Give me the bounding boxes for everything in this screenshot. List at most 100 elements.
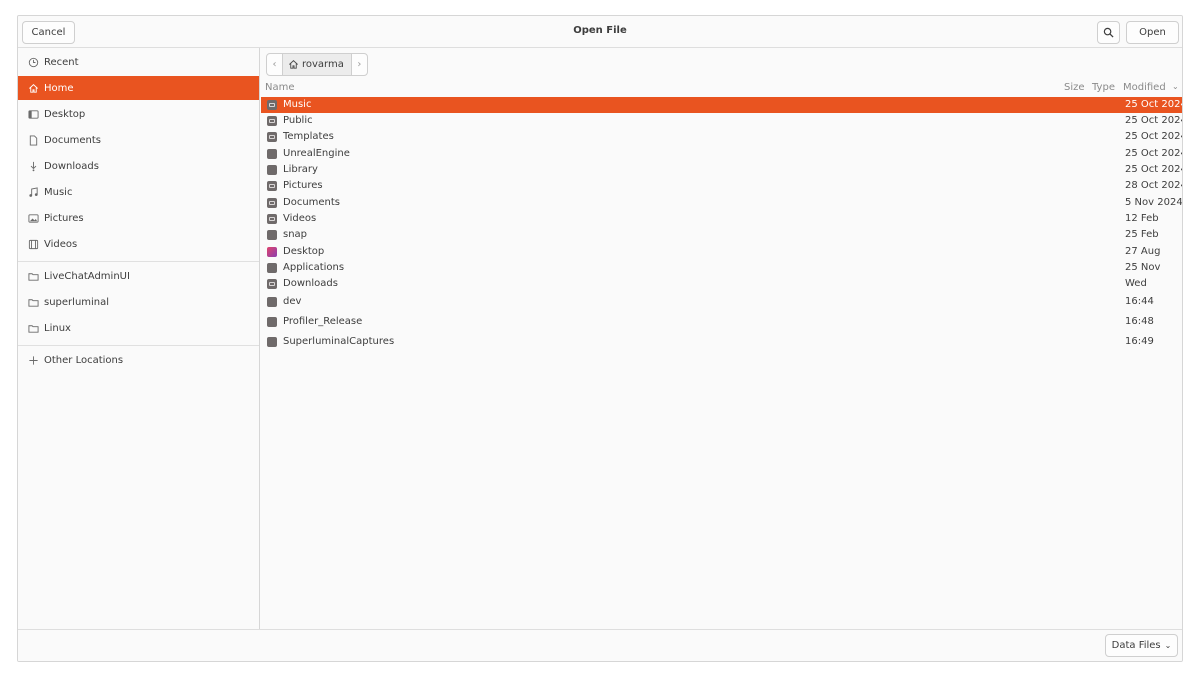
file-row[interactable]: Applications 25 Nov bbox=[261, 260, 1182, 276]
file-row[interactable]: Documents 5 Nov 2024 bbox=[261, 195, 1183, 211]
sidebar-item-other-locations[interactable]: Other Locations bbox=[18, 348, 259, 372]
chevron-down-icon: ⌄ bbox=[1164, 641, 1172, 650]
chevron-left-icon: ‹ bbox=[272, 59, 277, 70]
file-name: Desktop bbox=[283, 246, 325, 257]
file-name: Profiler_Release bbox=[283, 316, 363, 327]
folder-icon bbox=[28, 271, 39, 282]
column-header-name[interactable]: Name bbox=[265, 82, 295, 93]
public-folder-icon bbox=[267, 116, 277, 126]
file-row[interactable]: Desktop 27 Aug bbox=[261, 244, 1182, 260]
file-row[interactable]: Library 25 Oct 2024 bbox=[261, 162, 1183, 178]
sidebar-item-label: Downloads bbox=[44, 160, 99, 172]
sidebar-item-label: Recent bbox=[44, 56, 79, 68]
file-row[interactable]: Pictures 28 Oct 2024 bbox=[261, 178, 1183, 194]
sidebar-item-desktop[interactable]: Desktop bbox=[18, 102, 259, 126]
sort-descending-icon: ⌄ bbox=[1172, 82, 1179, 91]
document-icon bbox=[28, 134, 39, 146]
file-name: Pictures bbox=[283, 180, 323, 191]
file-row[interactable]: Profiler_Release 16:48 bbox=[261, 314, 1182, 330]
file-row[interactable]: Videos 12 Feb bbox=[261, 211, 1182, 227]
file-modified: Wed bbox=[1125, 278, 1147, 289]
folder-icon bbox=[267, 337, 277, 347]
file-row[interactable]: UnrealEngine 25 Oct 2024 bbox=[261, 146, 1183, 162]
sidebar-item-label: superluminal bbox=[44, 296, 110, 308]
sidebar-item-livechatadminui[interactable]: LiveChatAdminUI bbox=[18, 264, 259, 288]
column-header-size[interactable]: Size bbox=[1064, 82, 1085, 93]
file-row[interactable]: Music 25 Oct 2024 bbox=[261, 97, 1183, 113]
download-icon bbox=[28, 161, 39, 172]
column-header-modified[interactable]: Modified bbox=[1123, 82, 1166, 93]
sidebar-item-label: Pictures bbox=[44, 212, 84, 224]
downloads-folder-icon bbox=[267, 279, 277, 289]
header-bar: Cancel Open File Open bbox=[18, 16, 1182, 48]
file-modified: 25 Feb bbox=[1125, 229, 1159, 240]
file-name: Templates bbox=[283, 131, 334, 142]
chevron-right-icon: › bbox=[357, 59, 362, 70]
path-forward-button[interactable]: › bbox=[350, 53, 368, 76]
column-header-type[interactable]: Type bbox=[1092, 82, 1115, 93]
sidebar-separator bbox=[18, 345, 259, 346]
path-back-button[interactable]: ‹ bbox=[266, 53, 283, 76]
file-row[interactable]: Public 25 Oct 2024 bbox=[261, 113, 1182, 129]
templates-folder-icon bbox=[267, 132, 277, 142]
file-modified: 16:44 bbox=[1125, 296, 1154, 307]
file-list-pane: ‹ rovarma › Name Size Type Modified ⌄ Mu… bbox=[261, 48, 1182, 629]
folder-icon bbox=[267, 317, 277, 327]
file-modified: 25 Oct 2024 bbox=[1125, 148, 1183, 159]
sidebar: Recent Home Desktop Documents Downloads … bbox=[18, 48, 260, 661]
sidebar-item-label: Music bbox=[44, 186, 73, 198]
sidebar-item-label: Home bbox=[44, 82, 74, 94]
sidebar-item-videos[interactable]: Videos bbox=[18, 232, 259, 256]
folder-icon bbox=[267, 149, 277, 159]
pictures-folder-icon bbox=[267, 181, 277, 191]
sidebar-item-home[interactable]: Home bbox=[18, 76, 259, 100]
search-button[interactable] bbox=[1097, 21, 1120, 44]
file-row[interactable]: Templates 25 Oct 2024 bbox=[261, 129, 1182, 145]
sidebar-separator bbox=[18, 261, 259, 262]
file-modified: 12 Feb bbox=[1125, 213, 1159, 224]
dialog-title: Open File bbox=[573, 25, 627, 36]
music-icon bbox=[28, 186, 39, 198]
sidebar-item-downloads[interactable]: Downloads bbox=[18, 154, 259, 178]
file-modified: 25 Oct 2024 bbox=[1125, 164, 1183, 175]
file-modified: 25 Oct 2024 bbox=[1125, 99, 1183, 110]
sidebar-item-music[interactable]: Music bbox=[18, 180, 259, 204]
sidebar-item-superluminal[interactable]: superluminal bbox=[18, 290, 259, 314]
sidebar-item-pictures[interactable]: Pictures bbox=[18, 206, 259, 230]
file-modified: 25 Nov bbox=[1125, 262, 1161, 273]
file-name: UnrealEngine bbox=[283, 148, 350, 159]
desktop-folder-icon bbox=[267, 247, 277, 257]
file-modified: 5 Nov 2024 bbox=[1125, 197, 1183, 208]
file-name: Music bbox=[283, 99, 312, 110]
desktop-icon bbox=[28, 109, 39, 120]
sidebar-item-documents[interactable]: Documents bbox=[18, 128, 259, 152]
path-crumb-home[interactable]: rovarma bbox=[283, 53, 351, 76]
documents-folder-icon bbox=[267, 198, 277, 208]
open-button[interactable]: Open bbox=[1126, 21, 1179, 44]
sidebar-item-label: LiveChatAdminUI bbox=[44, 270, 130, 282]
file-modified: 28 Oct 2024 bbox=[1125, 180, 1183, 191]
file-row[interactable]: SuperluminalCaptures 16:49 bbox=[261, 334, 1182, 350]
sidebar-item-label: Documents bbox=[44, 134, 102, 146]
home-icon bbox=[28, 83, 39, 94]
file-name: Documents bbox=[283, 197, 341, 208]
file-modified: 27 Aug bbox=[1125, 246, 1161, 257]
plus-icon bbox=[28, 355, 39, 366]
file-row[interactable]: Downloads Wed bbox=[261, 276, 1182, 292]
column-headers: Name Size Type Modified ⌄ bbox=[261, 82, 1182, 96]
file-filter-dropdown[interactable]: Data Files ⌄ bbox=[1105, 634, 1178, 657]
folder-icon bbox=[28, 323, 39, 334]
music-folder-icon bbox=[267, 100, 277, 110]
file-name: Downloads bbox=[283, 278, 338, 289]
file-name: snap bbox=[283, 229, 308, 240]
file-chooser-dialog: Cancel Open File Open Recent Home Deskto… bbox=[17, 15, 1183, 662]
sidebar-item-recent[interactable]: Recent bbox=[18, 50, 259, 74]
sidebar-item-label: Desktop bbox=[44, 108, 86, 120]
sidebar-item-linux[interactable]: Linux bbox=[18, 316, 259, 340]
video-icon bbox=[28, 239, 39, 250]
folder-icon bbox=[267, 165, 277, 175]
file-name: Applications bbox=[283, 262, 345, 273]
file-row[interactable]: dev 16:44 bbox=[261, 294, 1182, 310]
file-name: Public bbox=[283, 115, 313, 126]
file-row[interactable]: snap 25 Feb bbox=[261, 227, 1182, 243]
